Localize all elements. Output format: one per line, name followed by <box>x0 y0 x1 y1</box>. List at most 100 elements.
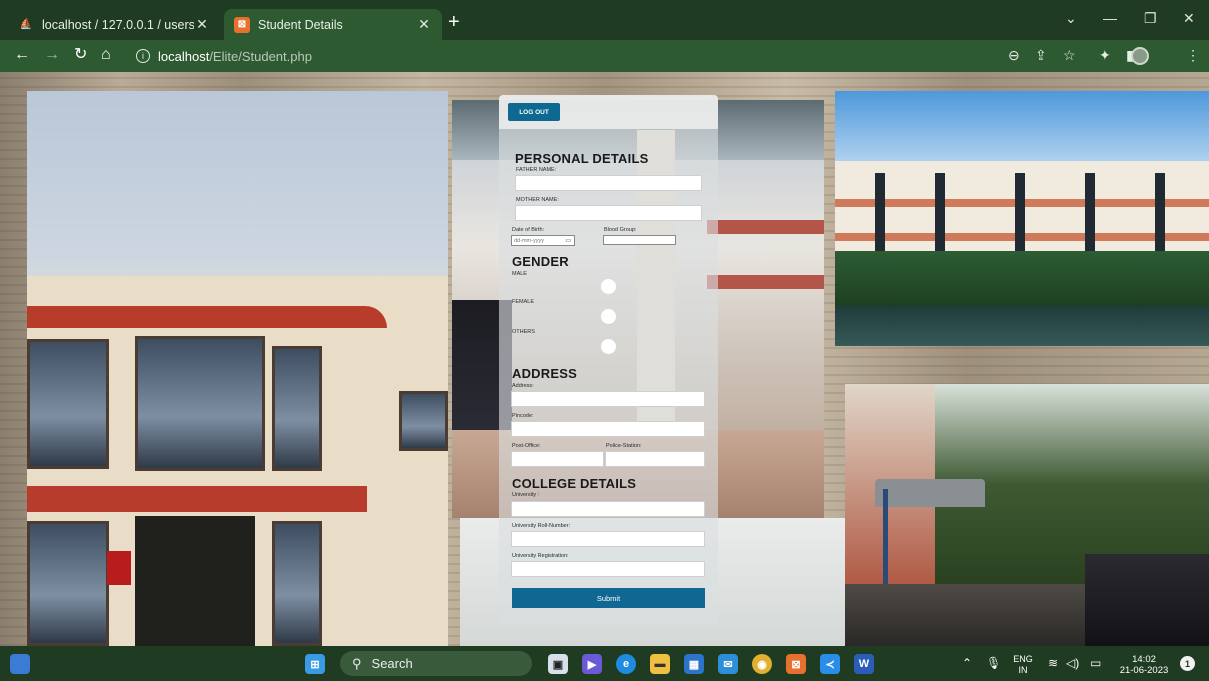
close-icon[interactable]: ✕ <box>194 16 210 33</box>
chevron-up-icon[interactable]: ⌃ <box>962 656 972 670</box>
extensions-icon[interactable]: ✦ <box>1099 47 1111 63</box>
tab-usersform[interactable]: ⛵ localhost / 127.0.0.1 / usersform ✕ <box>8 9 220 40</box>
tab-title: Student Details <box>258 17 343 32</box>
dob-input[interactable]: dd-mm-yyyy ▭ <box>511 235 575 246</box>
building-window <box>272 521 322 646</box>
building-window <box>27 521 109 646</box>
store-icon[interactable]: ▦ <box>684 654 704 674</box>
police-station-input[interactable] <box>605 451 705 467</box>
address-label: Address: <box>512 383 534 389</box>
mother-name-label: MOTHER NAME: <box>516 197 559 203</box>
browser-tab-bar: ⛵ localhost / 127.0.0.1 / usersform ✕ ⊠ … <box>0 0 1209 40</box>
post-office-label: Post-Office: <box>512 443 541 449</box>
edge-icon[interactable]: e <box>616 654 636 674</box>
building-entrance <box>135 516 255 646</box>
tab-student-details[interactable]: ⊠ Student Details ✕ <box>224 9 442 40</box>
university-roll-input[interactable] <box>511 531 705 547</box>
students-foreground <box>1085 554 1209 646</box>
university-registration-input[interactable] <box>511 561 705 577</box>
palm-trees <box>835 251 1209 306</box>
taskbar-search[interactable]: ⚲ Search <box>340 651 532 676</box>
gender-male-radio[interactable] <box>601 279 616 294</box>
region-code: IN <box>1018 665 1028 675</box>
form-header: LOG OUT <box>499 95 718 129</box>
building-window <box>399 391 448 451</box>
battery-icon[interactable]: ▭ <box>1090 656 1101 670</box>
address-bar[interactable]: i localhost/Elite/Student.php <box>124 44 994 68</box>
father-name-input[interactable] <box>515 175 702 191</box>
wifi-icon[interactable]: ≋ <box>1048 656 1058 670</box>
calendar-icon[interactable]: ▭ <box>565 237 571 244</box>
campus-walkway-photo <box>845 384 1209 646</box>
task-view-icon[interactable]: ▣ <box>548 654 568 674</box>
college-building-photo <box>27 91 448 646</box>
file-explorer-icon[interactable]: ▬ <box>650 654 670 674</box>
university-roll-label: University Roll-Number: <box>512 523 571 529</box>
home-button[interactable]: ⌂ <box>101 46 111 64</box>
gender-heading: GENDER <box>512 254 569 269</box>
forward-button[interactable]: → <box>44 46 60 64</box>
widgets-icon[interactable] <box>10 654 30 674</box>
restore-button[interactable]: ❐ <box>1144 10 1157 27</box>
info-icon[interactable]: i <box>136 49 150 63</box>
close-icon[interactable]: ✕ <box>416 16 432 33</box>
mother-name-input[interactable] <box>515 205 702 221</box>
address-heading: ADDRESS <box>512 366 577 381</box>
menu-icon[interactable]: ⋮ <box>1186 47 1200 63</box>
back-button[interactable]: ← <box>14 46 30 64</box>
reload-button[interactable]: ↻ <box>74 46 87 64</box>
minimize-button[interactable]: — <box>1103 10 1117 26</box>
submit-button[interactable]: Submit <box>512 588 705 608</box>
zoom-icon[interactable]: ⊖ <box>1008 47 1020 63</box>
close-window-button[interactable]: ✕ <box>1183 10 1195 27</box>
university-label: University : <box>512 492 540 498</box>
gender-others-radio[interactable] <box>601 339 616 354</box>
share-icon[interactable]: ⇪ <box>1035 47 1047 63</box>
vscode-icon[interactable]: ≺ <box>820 654 840 674</box>
father-name-label: FATHER NAME: <box>516 167 557 173</box>
chevron-down-icon[interactable]: ⌄ <box>1065 10 1077 27</box>
police-station-label: Police-Station: <box>606 443 642 449</box>
address-input[interactable] <box>511 391 705 407</box>
building-sign <box>107 551 131 585</box>
building-window <box>272 346 322 471</box>
tab-title: localhost / 127.0.0.1 / usersform <box>42 17 194 32</box>
post-office-input[interactable] <box>511 451 604 467</box>
site-favicon-icon: ⊠ <box>234 16 250 33</box>
notification-badge[interactable]: 1 <box>1180 656 1195 671</box>
mail-icon[interactable]: ✉ <box>718 654 738 674</box>
gender-female-label: FEMALE <box>512 299 535 305</box>
gender-female-radio[interactable] <box>601 309 616 324</box>
building-red-band <box>27 486 367 512</box>
new-tab-button[interactable]: + <box>448 12 460 32</box>
pond <box>835 306 1209 346</box>
language-indicator[interactable]: ENG IN <box>1010 654 1036 676</box>
volume-icon[interactable]: ◁) <box>1066 656 1079 670</box>
teams-chat-icon[interactable]: ▶ <box>582 654 602 674</box>
start-icon[interactable]: ⊞ <box>305 654 325 674</box>
search-label: Search <box>371 656 413 671</box>
bookmark-star-icon[interactable]: ☆ <box>1063 47 1076 63</box>
blood-group-input[interactable] <box>603 235 676 245</box>
microphone-icon[interactable]: 🎙 <box>986 656 1001 670</box>
student-form: LOG OUT PERSONAL DETAILS FATHER NAME: MO… <box>499 95 718 625</box>
university-input[interactable] <box>511 501 705 517</box>
xampp-icon[interactable]: ⊠ <box>786 654 806 674</box>
clock-time: 14:02 <box>1132 654 1156 665</box>
word-icon[interactable]: W <box>854 654 874 674</box>
logout-button[interactable]: LOG OUT <box>508 103 560 121</box>
personal-details-heading: PERSONAL DETAILS <box>515 151 649 166</box>
college-details-heading: COLLEGE DETAILS <box>512 476 637 491</box>
search-icon: ⚲ <box>352 655 362 671</box>
walkway-shelter <box>875 479 985 507</box>
taskbar: ⊞ ⚲ Search ▣ ▶ e ▬ ▦ ✉ ◉ ⊠ ≺ W ⌃ 🎙 ENG I… <box>0 646 1209 681</box>
pincode-label: Pincode: <box>512 413 534 419</box>
page-background: LOG OUT PERSONAL DETAILS FATHER NAME: MO… <box>0 72 1209 646</box>
profile-avatar[interactable] <box>1131 47 1149 65</box>
building-red-band <box>27 306 387 328</box>
url-path: /Elite/Student.php <box>209 48 312 64</box>
pincode-input[interactable] <box>511 421 705 437</box>
university-registration-label: University Registration: <box>512 553 569 559</box>
clock[interactable]: 14:02 21-06-2023 <box>1116 654 1172 676</box>
chrome-icon[interactable]: ◉ <box>752 654 772 674</box>
